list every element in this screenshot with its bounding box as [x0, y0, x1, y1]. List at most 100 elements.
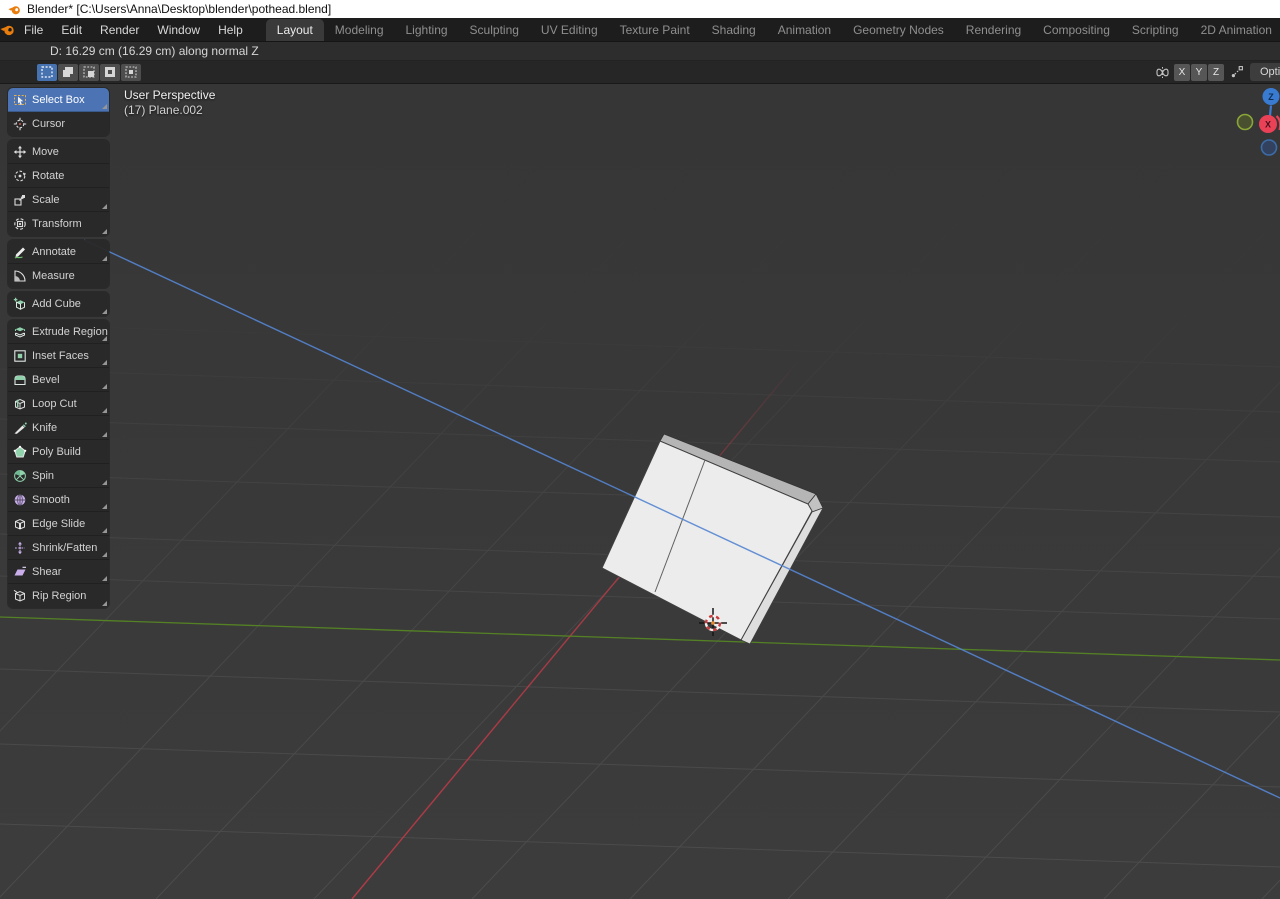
tool-label: Inset Faces	[32, 349, 89, 362]
tool-label: Shear	[32, 565, 62, 578]
mirror-axis-x-button[interactable]: X	[1174, 63, 1190, 81]
tool-loop-cut[interactable]: Loop Cut	[8, 392, 109, 416]
tool-scale[interactable]: Scale	[8, 188, 109, 212]
tool-rotate[interactable]: Rotate	[8, 164, 109, 188]
viewport-info-overlay: User Perspective (17) Plane.002	[124, 88, 215, 118]
mirror-axis-y-button[interactable]: Y	[1191, 63, 1207, 81]
tool-shrink-fatten[interactable]: Shrink/Fatten	[8, 536, 109, 560]
subtool-indicator-icon	[102, 204, 107, 209]
tool-label: Annotate	[32, 245, 77, 258]
tool-transform[interactable]: Transform	[8, 212, 109, 236]
mirror-symmetry-icon[interactable]	[1154, 65, 1171, 80]
tool-label: Cursor	[32, 118, 66, 130]
mirror-axis-toggles: XYZ	[1174, 63, 1224, 81]
select-mode-set-button[interactable]	[37, 63, 57, 81]
subtool-indicator-icon	[102, 229, 107, 234]
mesh-front-face[interactable]	[601, 440, 813, 641]
gizmo-axis-z-negative[interactable]	[1260, 139, 1278, 156]
workspace-tab-modeling[interactable]: Modeling	[324, 19, 395, 42]
workspace-tab-shading[interactable]: Shading	[701, 19, 767, 42]
blender-app-icon	[8, 3, 21, 16]
tool-select-box[interactable]: Select Box	[8, 88, 109, 112]
tool-group-4: Add Cube	[8, 292, 109, 316]
tool-cursor[interactable]: Cursor	[8, 112, 109, 136]
tool-label: Rip Region	[32, 590, 87, 602]
tool-measure[interactable]: Measure	[8, 264, 109, 288]
subtool-indicator-icon	[102, 408, 107, 413]
subtool-indicator-icon	[102, 601, 107, 606]
tool-shear[interactable]: Shear	[8, 560, 109, 584]
workspace-tab-geometry-nodes[interactable]: Geometry Nodes	[842, 19, 955, 42]
spin-icon	[8, 469, 32, 483]
constraint-axis-z-line	[83, 239, 1280, 799]
tool-label: Select Box	[32, 93, 85, 106]
tool-label: Transform	[32, 218, 82, 230]
transform-icon	[8, 217, 32, 231]
workspace-tab-2d-animation[interactable]: 2D Animation	[1190, 19, 1280, 42]
tool-label: Edge Slide	[32, 517, 86, 530]
subtool-indicator-icon	[102, 104, 107, 109]
viewport-3d[interactable]: Z X User Perspective (17) Plane.002 Sele…	[0, 84, 1280, 899]
workspace-tab-layout[interactable]: Layout	[265, 18, 324, 41]
tool-group-5: Extrude Region Inset Faces Bevel Loop Cut Kn…	[8, 320, 109, 608]
tool-label: Measure	[32, 270, 75, 282]
edge-slide-icon	[8, 517, 32, 531]
viewport-scene[interactable]: Z X	[0, 84, 1280, 899]
tool-label: Smooth	[32, 493, 70, 506]
select-mode-extend-button[interactable]	[58, 63, 78, 81]
tool-smooth[interactable]: Smooth	[8, 488, 109, 512]
tool-add-cube[interactable]: Add Cube	[8, 292, 109, 316]
active-object-label: (17) Plane.002	[124, 103, 203, 117]
tool-knife[interactable]: Knife	[8, 416, 109, 440]
blender-logo-icon[interactable]	[0, 22, 15, 37]
gizmo-axis-y-negative[interactable]	[1236, 113, 1254, 131]
tool-annotate[interactable]: Annotate	[8, 240, 109, 264]
workspace-tab-animation[interactable]: Animation	[767, 19, 842, 42]
view-perspective-label: User Perspective	[124, 88, 216, 102]
tool-inset-faces[interactable]: Inset Faces	[8, 344, 109, 368]
proportional-editing-icon[interactable]	[1230, 65, 1244, 79]
menu-help[interactable]: Help	[209, 20, 252, 40]
menu-file[interactable]: File	[15, 20, 52, 40]
subtool-indicator-icon	[102, 504, 107, 509]
subtool-indicator-icon	[102, 256, 107, 261]
scale-icon	[8, 193, 32, 207]
tool-edge-slide[interactable]: Edge Slide	[8, 512, 109, 536]
measure-icon	[8, 269, 32, 283]
workspace-tab-lighting[interactable]: Lighting	[395, 19, 459, 42]
tool-extrude-region[interactable]: Extrude Region	[8, 320, 109, 344]
select-mode-invert-button[interactable]	[100, 63, 120, 81]
workspace-tab-compositing[interactable]: Compositing	[1032, 19, 1121, 42]
bevel-icon	[8, 373, 32, 387]
workspace-tab-uv-editing[interactable]: UV Editing	[530, 19, 609, 42]
tool-label: Scale	[32, 193, 60, 206]
workspace-tabs: Layout Modeling Lighting Sculpting UV Editin…	[265, 18, 1280, 42]
select-mode-intersect-button[interactable]	[121, 63, 141, 81]
tool-rip-region[interactable]: Rip Region	[8, 584, 109, 608]
mirror-axis-z-button[interactable]: Z	[1208, 63, 1224, 81]
tool-spin[interactable]: Spin	[8, 464, 109, 488]
menu-edit[interactable]: Edit	[52, 20, 91, 40]
tool-move[interactable]: Move	[8, 140, 109, 164]
move-icon	[8, 145, 32, 159]
workspace-tab-texture-paint[interactable]: Texture Paint	[609, 19, 701, 42]
workspace-tab-sculpting[interactable]: Sculpting	[459, 19, 530, 42]
menu-render[interactable]: Render	[91, 20, 148, 40]
tool-label: Bevel	[32, 373, 60, 386]
tool-poly-build[interactable]: Poly Build	[8, 440, 109, 464]
tool-label: Poly Build	[32, 445, 81, 458]
os-title-bar: Blender* [C:\Users\Anna\Desktop\blender\…	[0, 0, 1280, 18]
window-title: Blender* [C:\Users\Anna\Desktop\blender\…	[27, 2, 332, 16]
workspace-tab-rendering[interactable]: Rendering	[955, 19, 1032, 42]
workspace-tab-scripting[interactable]: Scripting	[1121, 19, 1190, 42]
select-mode-subtract-button[interactable]	[79, 63, 99, 81]
menu-window[interactable]: Window	[148, 20, 209, 40]
options-button[interactable]: Opti	[1250, 63, 1280, 81]
extrude-region-icon	[8, 325, 32, 339]
subtool-indicator-icon	[102, 384, 107, 389]
menu-bar-items: File Edit Render Window Help	[15, 20, 252, 40]
subtool-indicator-icon	[102, 552, 107, 557]
tool-label: Shrink/Fatten	[32, 541, 98, 554]
tool-bevel[interactable]: Bevel	[8, 368, 109, 392]
add-cube-icon	[8, 297, 32, 311]
